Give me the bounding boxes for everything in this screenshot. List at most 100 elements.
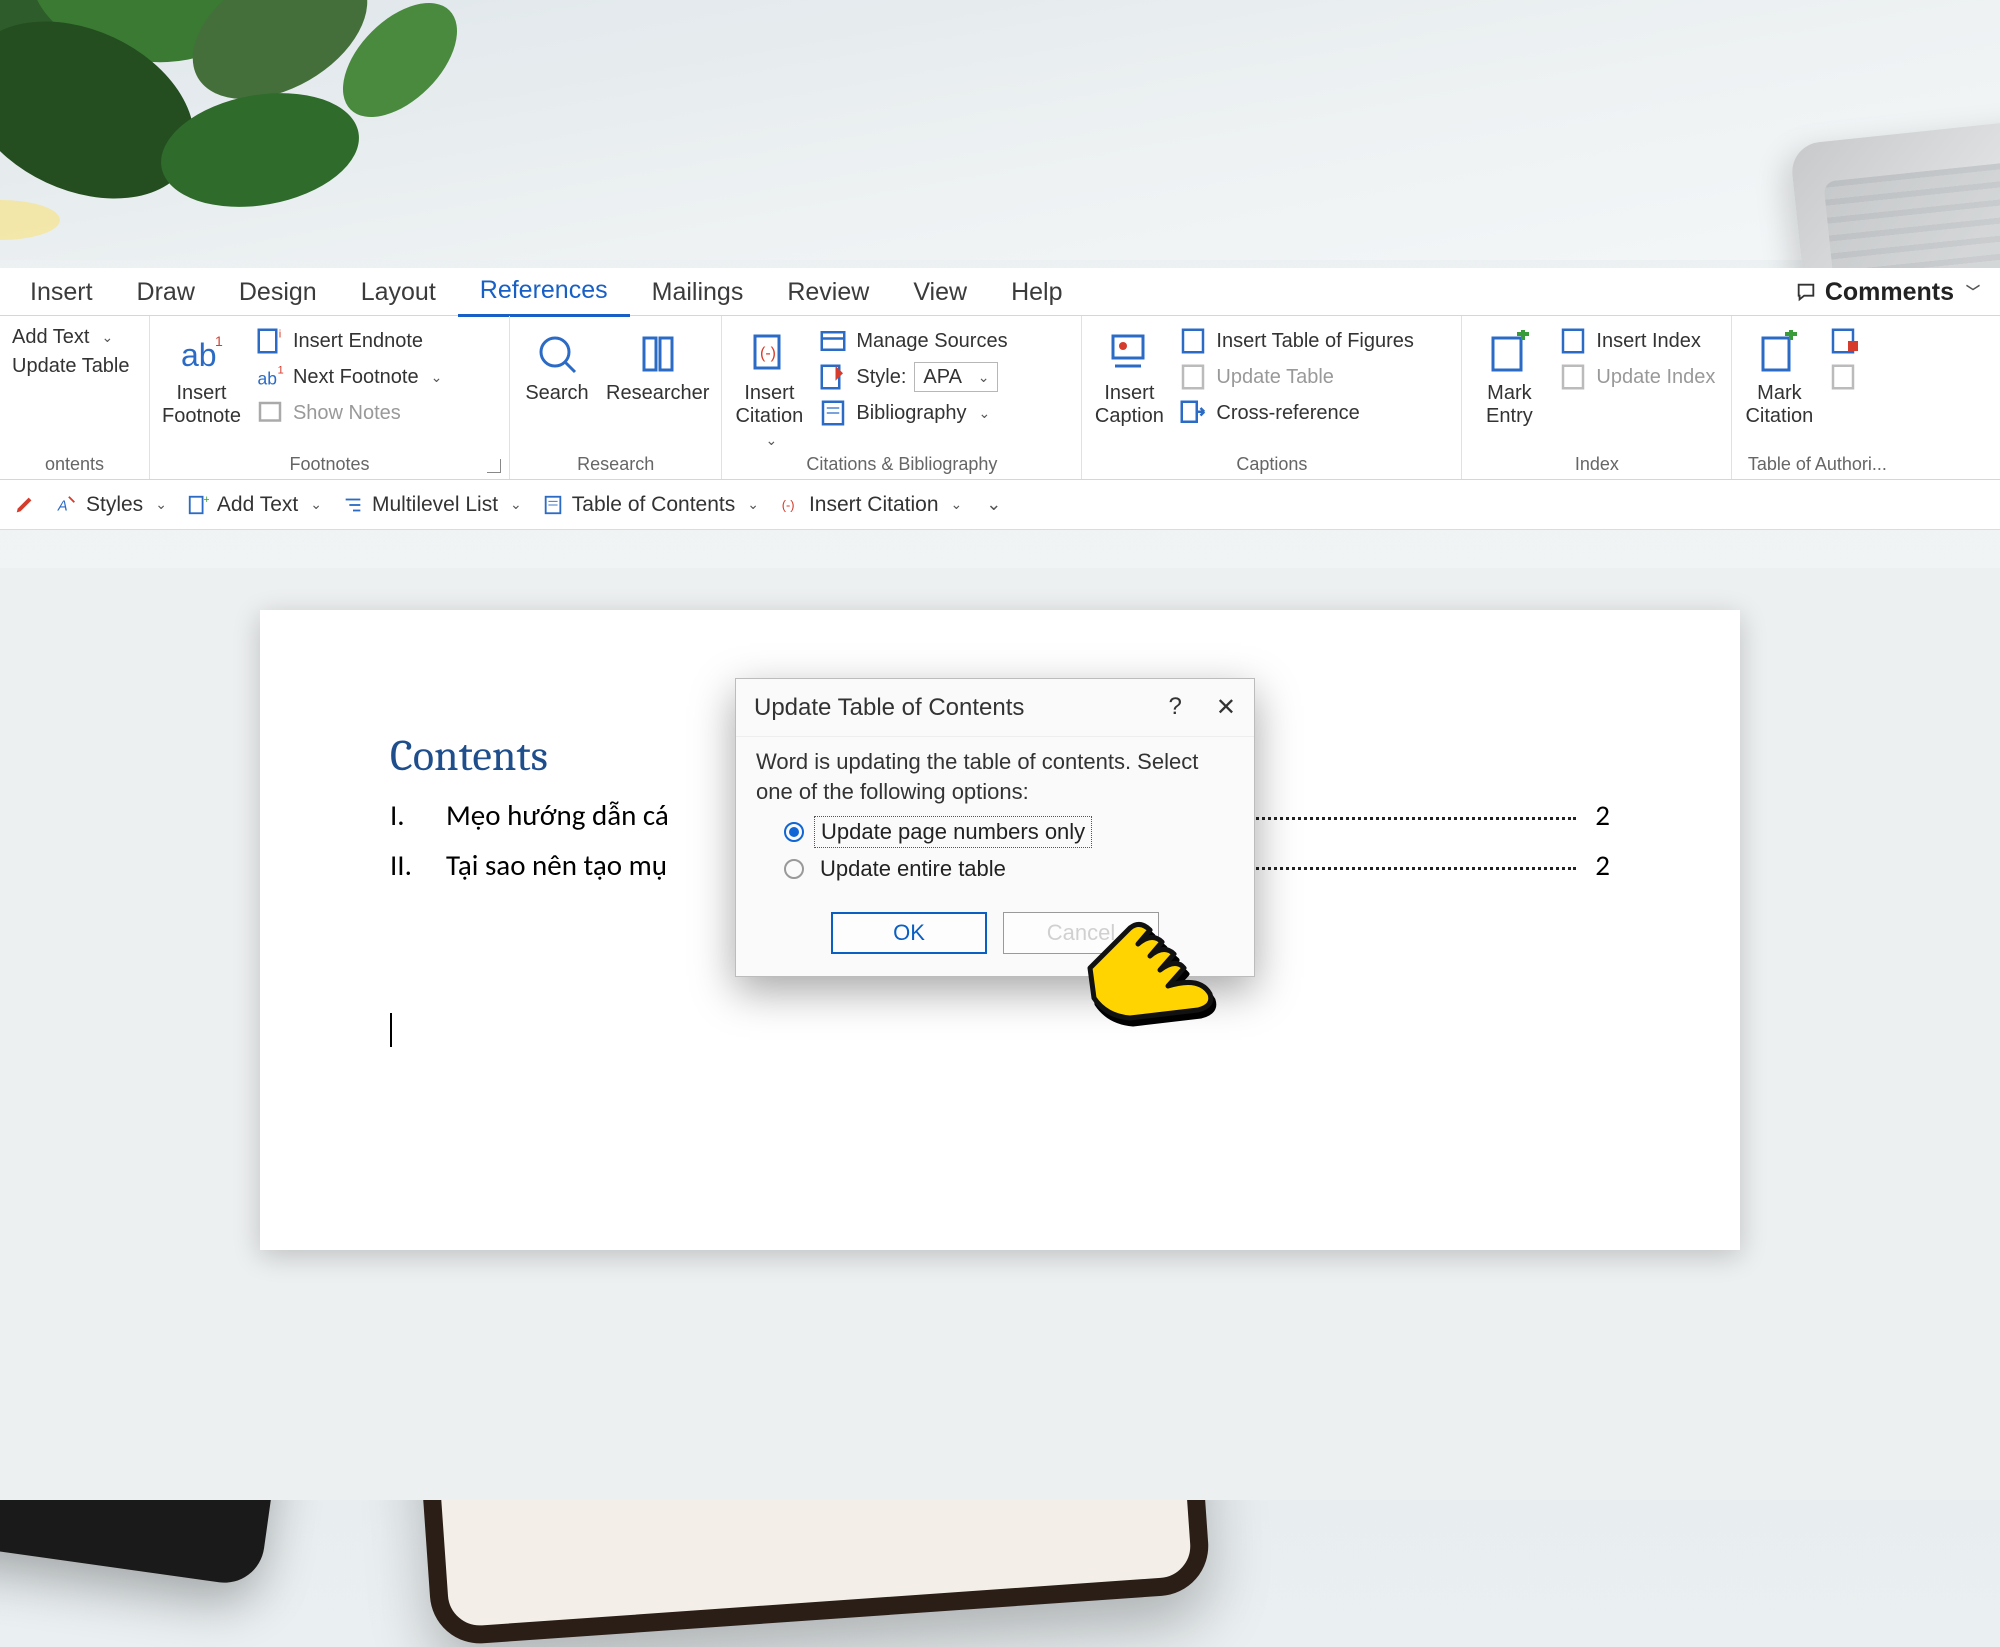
tab-insert[interactable]: Insert (8, 268, 115, 316)
toc-number: I. (390, 797, 446, 833)
group-citations-label: Citations & Bibliography (734, 452, 1069, 475)
group-footnotes-label: Footnotes (162, 452, 497, 475)
update-toa-icon[interactable] (1828, 362, 1858, 392)
insert-index-button[interactable]: Insert Index (1558, 326, 1715, 356)
update-tof-button[interactable]: Update Table (1178, 362, 1414, 392)
tab-design[interactable]: Design (217, 268, 339, 316)
svg-text:i: i (279, 328, 282, 340)
insert-index-icon (1558, 326, 1588, 356)
group-research-label: Research (522, 452, 709, 475)
next-footnote-button[interactable]: ab1Next Footnote⌄ (255, 362, 442, 392)
qat-insert-citation[interactable]: (-)Insert Citation⌄ (779, 493, 962, 517)
bibliography-button[interactable]: Bibliography⌄ (818, 398, 1007, 428)
group-citations: (-) InsertCitation⌄ Manage Sources Style… (722, 316, 1082, 479)
dialog-help-button[interactable]: ? (1169, 693, 1182, 722)
mark-entry-icon (1485, 330, 1533, 378)
toc-text: Mẹo hướng dẫn cá (446, 797, 669, 833)
add-text-button[interactable]: Add Text⌄ (12, 326, 130, 349)
svg-text:1: 1 (277, 364, 283, 376)
next-footnote-icon: ab1 (255, 362, 285, 392)
qat-styles[interactable]: AStyles⌄ (56, 493, 167, 517)
qat-add-text[interactable]: +Add Text⌄ (187, 493, 322, 517)
toc-page: 2 (1586, 797, 1610, 833)
update-table-button[interactable]: Update Table (12, 355, 130, 378)
radio-label: Update entire table (814, 854, 1012, 884)
insert-citation-button[interactable]: (-) InsertCitation⌄ (734, 322, 804, 449)
update-index-icon (1558, 362, 1588, 392)
manage-sources-icon (818, 326, 848, 356)
insert-footnote-button[interactable]: ab1 InsertFootnote (162, 322, 241, 428)
group-toc: Add Text⌄ Update Table ontents (0, 316, 150, 479)
qat-multilevel[interactable]: Multilevel List⌄ (342, 493, 522, 517)
cancel-button[interactable]: Cancel (1003, 912, 1159, 954)
qat-pen-icon[interactable] (14, 494, 36, 516)
mark-citation-icon (1755, 330, 1803, 378)
citation-icon: (-) (745, 330, 793, 378)
search-button[interactable]: Search (522, 322, 592, 405)
group-toa-label: Table of Authori... (1744, 452, 1890, 475)
tab-review[interactable]: Review (765, 268, 891, 316)
mark-citation-button[interactable]: MarkCitation (1744, 322, 1814, 428)
qat-toc[interactable]: Table of Contents⌄ (542, 493, 759, 517)
ok-button[interactable]: OK (831, 912, 987, 954)
style-selector[interactable]: Style: APA⌄ (818, 362, 1007, 392)
show-notes-button[interactable]: Show Notes (255, 398, 442, 428)
dialog-message: Word is updating the table of contents. … (756, 747, 1234, 806)
update-tof-icon (1178, 362, 1208, 392)
show-notes-icon (255, 398, 285, 428)
group-captions: InsertCaption Insert Table of Figures Up… (1082, 316, 1462, 479)
qat-overflow[interactable]: ⌄ (982, 494, 1001, 515)
svg-text:(-): (-) (782, 497, 795, 512)
tab-draw[interactable]: Draw (115, 268, 217, 316)
tab-help[interactable]: Help (989, 268, 1084, 316)
tab-layout[interactable]: Layout (339, 268, 458, 316)
bibliography-icon (818, 398, 848, 428)
insert-toa-icon[interactable] (1828, 326, 1858, 356)
search-icon (533, 330, 581, 378)
quick-access-bar: AStyles⌄ +Add Text⌄ Multilevel List⌄ Tab… (0, 480, 2000, 530)
radio-icon-empty (784, 859, 804, 879)
svg-text:1: 1 (215, 333, 223, 349)
toc-number: II. (390, 847, 446, 883)
tab-view[interactable]: View (891, 268, 989, 316)
dialog-close-button[interactable]: ✕ (1216, 693, 1236, 722)
endnote-icon: i (255, 326, 285, 356)
svg-text:(-): (-) (760, 345, 776, 362)
dialog-buttons: OK Cancel (736, 894, 1254, 976)
researcher-button[interactable]: Researcher (606, 322, 709, 405)
dialog-body: Word is updating the table of contents. … (736, 737, 1254, 894)
mark-entry-button[interactable]: MarkEntry (1474, 322, 1544, 428)
radio-label: Update page numbers only (814, 816, 1092, 848)
svg-text:ab: ab (257, 369, 276, 389)
svg-text:ab: ab (181, 337, 217, 373)
toc-text: Tại sao nên tạo mụ (446, 847, 667, 883)
insert-endnote-button[interactable]: iInsert Endnote (255, 326, 442, 356)
ribbon-tabs: Insert Draw Design Layout References Mai… (0, 268, 2000, 316)
group-toc-label: ontents (12, 452, 137, 475)
tab-mailings[interactable]: Mailings (630, 268, 766, 316)
update-index-button[interactable]: Update Index (1558, 362, 1715, 392)
comments-button[interactable]: Comments ﹀ (1783, 268, 1992, 316)
style-icon (818, 362, 848, 392)
group-research: Search Researcher Research (510, 316, 722, 479)
tab-references[interactable]: References (458, 266, 630, 317)
comment-icon (1795, 281, 1817, 303)
insert-tof-button[interactable]: Insert Table of Figures (1178, 326, 1414, 356)
word-app: Insert Draw Design Layout References Mai… (0, 268, 2000, 530)
manage-sources-button[interactable]: Manage Sources (818, 326, 1007, 356)
group-footnotes: ab1 InsertFootnote iInsert Endnote ab1Ne… (150, 316, 510, 479)
footnotes-dialog-launcher[interactable] (487, 459, 501, 473)
group-index: MarkEntry Insert Index Update Index Inde… (1462, 316, 1732, 479)
radio-page-numbers-only[interactable]: Update page numbers only (784, 816, 1234, 848)
style-dropdown[interactable]: APA⌄ (914, 362, 998, 392)
group-toa: MarkCitation Table of Authori... (1732, 316, 1902, 479)
group-captions-label: Captions (1094, 452, 1449, 475)
cross-ref-icon (1178, 398, 1208, 428)
cross-reference-button[interactable]: Cross-reference (1178, 398, 1414, 428)
insert-caption-button[interactable]: InsertCaption (1094, 322, 1164, 428)
svg-text:+: + (203, 494, 209, 506)
text-cursor (390, 1013, 392, 1047)
radio-entire-table[interactable]: Update entire table (784, 854, 1234, 884)
researcher-icon (634, 330, 682, 378)
group-index-label: Index (1474, 452, 1719, 475)
